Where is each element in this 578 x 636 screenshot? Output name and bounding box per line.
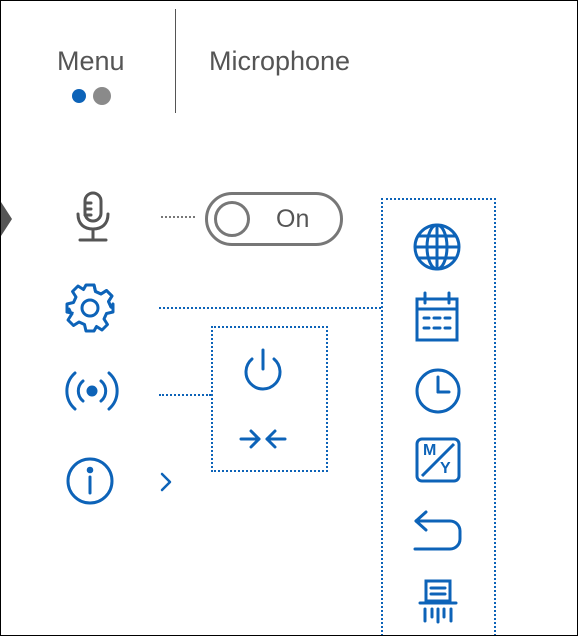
date-format-icon[interactable]: M Y [414,436,462,484]
page-dot-inactive [93,87,111,105]
clock-icon[interactable] [414,367,462,415]
toggle-knob [214,201,250,237]
toggle-state-label: On [276,205,310,233]
back-return-icon[interactable] [412,509,464,553]
mic-toggle-connector [161,216,195,218]
wifi-submenu-box [211,326,328,472]
calendar-icon[interactable] [414,291,460,343]
power-icon[interactable] [243,348,283,394]
page-dot-active [72,89,86,103]
triangle-pointer-icon [1,202,13,236]
wifi-submenu-connector [159,394,211,396]
shredder-icon[interactable] [418,579,458,624]
screen-frame: Menu Microphone On M Y [0,0,578,636]
date-format-bottom-letter: Y [440,460,451,477]
header-divider [175,9,176,113]
microphone-icon[interactable] [75,191,111,243]
page-indicator [72,87,120,105]
menu-title: Menu [57,46,125,76]
wifi-signal-icon[interactable] [64,369,120,413]
settings-submenu-box: M Y [381,198,496,635]
reset-compress-icon[interactable] [239,428,287,450]
gear-settings-connector [159,307,381,309]
section-title: Microphone [209,46,351,76]
info-icon[interactable] [65,456,115,506]
gear-icon[interactable] [64,282,116,334]
chevron-right-icon[interactable] [159,471,173,493]
microphone-toggle-switch[interactable]: On [205,192,343,246]
date-format-top-letter: M [423,442,437,459]
globe-icon[interactable] [412,222,462,272]
